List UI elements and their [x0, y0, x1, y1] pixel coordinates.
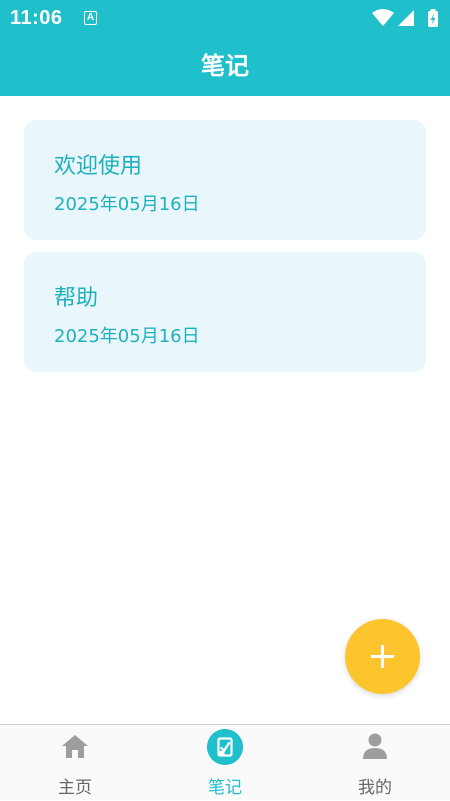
- person-icon: [363, 733, 387, 759]
- note-title: 欢迎使用: [54, 154, 143, 179]
- tab-notes[interactable]: 笔记: [150, 725, 300, 801]
- notification-glyph: A: [86, 12, 95, 23]
- tab-profile[interactable]: 我的: [300, 725, 450, 801]
- note-date: 2025年05月16日: [54, 326, 200, 347]
- wifi-icon: [372, 9, 394, 26]
- system-icons: [372, 9, 438, 27]
- signal-icon: [398, 10, 414, 26]
- tab-label: 笔记: [208, 778, 242, 798]
- note-title: 帮助: [54, 286, 99, 311]
- note-date: 2025年05月16日: [54, 194, 200, 215]
- note-card[interactable]: 帮助 2025年05月16日: [24, 252, 426, 372]
- tab-label: 主页: [58, 778, 92, 798]
- home-icon: [62, 735, 88, 758]
- add-note-button[interactable]: [345, 619, 420, 694]
- battery-charging-icon: [428, 9, 438, 27]
- note-card[interactable]: 欢迎使用 2025年05月16日: [24, 120, 426, 240]
- bottom-tab-bar: 主页 笔记 我的: [0, 724, 450, 800]
- plus-icon: [371, 645, 394, 668]
- note-list: 欢迎使用 2025年05月16日 帮助 2025年05月16日: [24, 120, 426, 384]
- page-title: 笔记: [201, 52, 249, 80]
- status-bar: 11:06 A: [0, 0, 450, 36]
- note-icon: [207, 729, 243, 765]
- notification-icon: A: [84, 11, 97, 25]
- status-time: 11:06: [10, 7, 63, 29]
- tab-label: 我的: [358, 778, 392, 798]
- tab-home[interactable]: 主页: [0, 725, 150, 801]
- top-bar: 11:06 A 笔记: [0, 0, 450, 96]
